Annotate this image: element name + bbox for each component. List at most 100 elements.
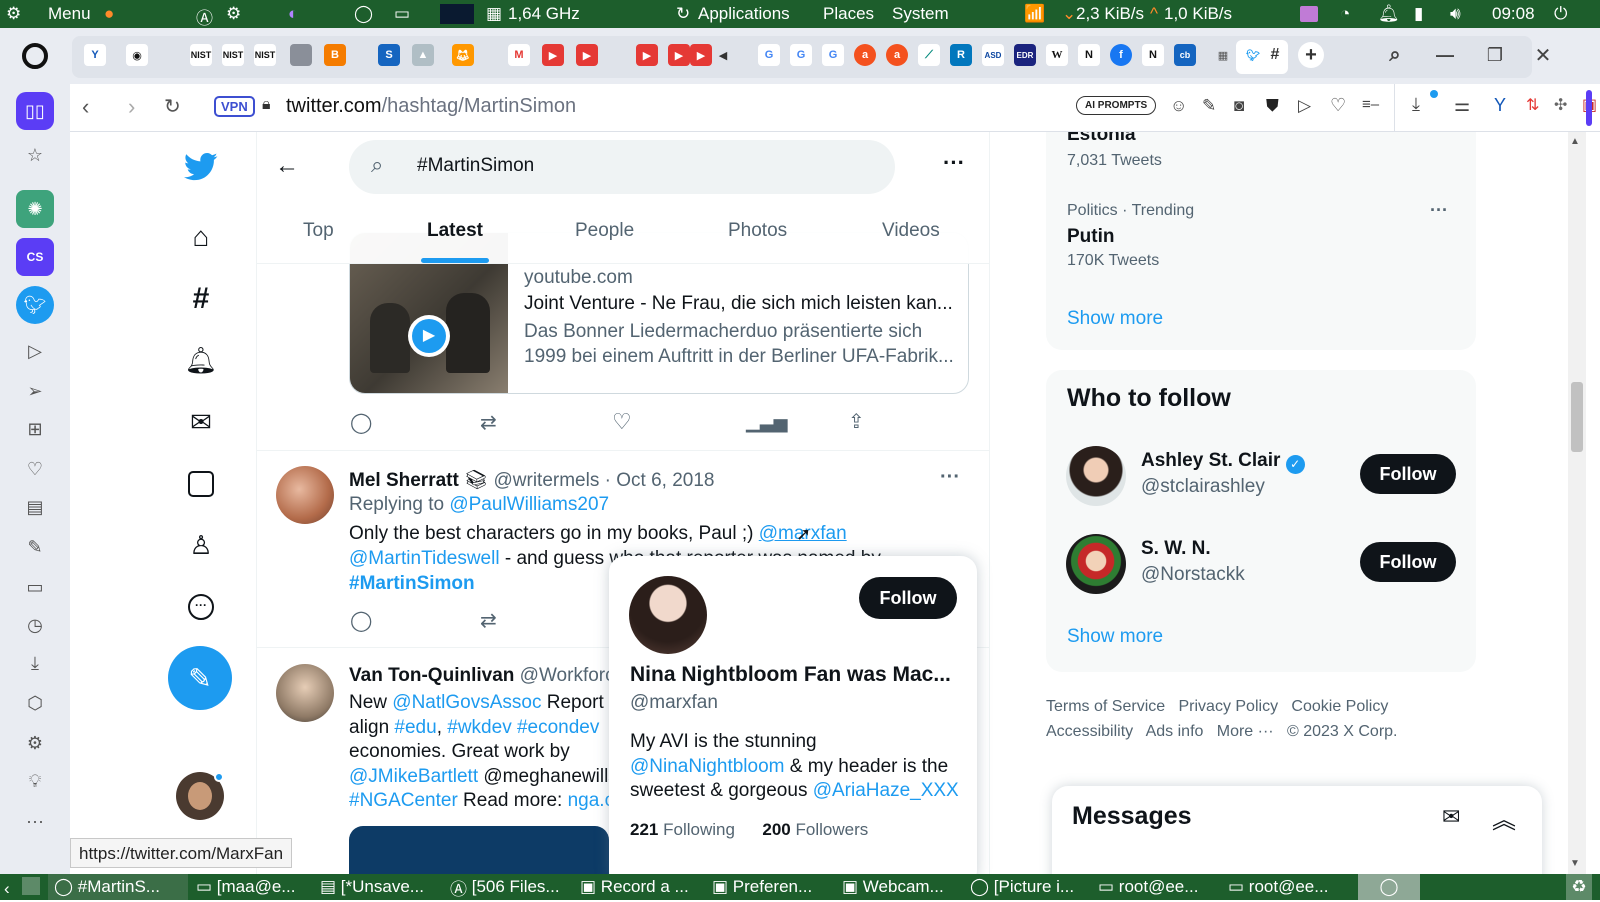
tweet-author-name[interactable]: Mel Sherratt <box>349 470 459 491</box>
audio-app-icon[interactable] <box>1300 6 1318 22</box>
downloads-icon[interactable]: ⤓ <box>22 650 48 676</box>
ai-prompts-button[interactable]: AI PROMPTS <box>1076 96 1157 115</box>
tab-ask-icon[interactable]: a <box>854 44 876 66</box>
following-count[interactable]: 221 <box>630 820 658 839</box>
tab-nist-icon[interactable]: NIST <box>222 44 244 66</box>
taskbar-window[interactable]: ▣ Record a ... <box>580 874 689 900</box>
hover-follow-button[interactable]: Follow <box>859 577 957 619</box>
emoji-icon[interactable]: ☺ <box>1170 96 1187 116</box>
tweet-link[interactable]: nga.o <box>568 790 611 811</box>
scroll-up-icon[interactable]: ▲ <box>1570 136 1580 147</box>
footer-cookie[interactable]: Cookie Policy <box>1291 698 1388 715</box>
search-input[interactable]: ⌕ #MartinSimon <box>349 140 895 194</box>
trend-more-icon[interactable]: ··· <box>1430 200 1448 221</box>
more-dots-icon[interactable]: ··· <box>22 808 48 834</box>
tab-google-icon[interactable]: G <box>790 44 812 66</box>
following-label[interactable]: Following <box>663 820 735 839</box>
sidebar-toggle[interactable] <box>1586 90 1592 126</box>
tab-asd-icon[interactable]: ASD <box>982 44 1004 66</box>
taskbar-window[interactable]: ▭ root@ee... <box>1228 874 1328 900</box>
settings-gears-icon[interactable]: ⚙ <box>226 4 241 24</box>
compose-tweet-button[interactable]: ✎ <box>168 646 232 710</box>
trend-name[interactable]: Putin <box>1067 226 1115 248</box>
close-window-icon[interactable]: ✕ <box>1532 44 1554 67</box>
player-icon[interactable]: ▷ <box>22 338 48 364</box>
tab-leaf-icon[interactable]: ⟋ <box>918 44 940 66</box>
history-clock-icon[interactable]: ◷ <box>22 612 48 638</box>
taskbar-window-small[interactable]: ◯ <box>1358 874 1420 900</box>
mention-martintideswell[interactable]: @MartinTideswell <box>349 548 500 569</box>
tweet-date[interactable]: · Oct 6, 2018 <box>605 470 715 491</box>
reply-icon[interactable]: ◯ <box>350 608 372 633</box>
hashtag-ngacenter[interactable]: #NGACenter <box>349 790 458 811</box>
volume-icon[interactable]: 🔊︎ <box>1450 4 1461 24</box>
workspaces-icon[interactable]: ▯▯ <box>16 92 54 130</box>
tweet-avatar[interactable] <box>276 664 334 722</box>
tips-bulb-icon[interactable]: 💡︎ <box>22 768 48 794</box>
taskbar-window[interactable]: ▭ root@ee... <box>1098 874 1198 900</box>
footer-accessibility[interactable]: Accessibility <box>1046 723 1133 740</box>
news-icon[interactable]: ▤ <box>22 494 48 520</box>
cs-app-icon[interactable]: CS <box>16 238 54 276</box>
firefox-icon[interactable]: ● <box>104 4 114 24</box>
url-field[interactable]: twitter.com/hashtag/MartinSimon <box>286 95 576 118</box>
pinboard-icon[interactable]: ✎ <box>22 534 48 560</box>
trends-show-more[interactable]: Show more <box>1067 308 1163 330</box>
taskbar-window[interactable]: ▤ [*Unsave... <box>320 874 424 900</box>
hover-card-handle[interactable]: @marxfan <box>630 692 718 714</box>
tab-audio-icon[interactable]: ◀ <box>712 44 734 66</box>
tab-r-icon[interactable]: R <box>950 44 972 66</box>
apps-grid-icon[interactable]: ⊞ <box>22 416 48 442</box>
mention-jmikebartlett[interactable]: @JMikeBartlett <box>349 766 478 787</box>
system-menu[interactable]: System <box>892 4 949 24</box>
footer-ads[interactable]: Ads info <box>1146 723 1204 740</box>
hashtag-econdev[interactable]: #econdev <box>517 717 599 738</box>
tab-facebook-icon[interactable]: f <box>1110 44 1132 66</box>
twitter-blue-icon[interactable] <box>184 467 218 501</box>
messages-drawer[interactable]: Messages ✉ ︽ <box>1052 786 1542 874</box>
twitter-logo-icon[interactable] <box>184 150 218 184</box>
twitter-sidebar-icon[interactable]: 🐦︎ <box>16 286 54 324</box>
hashtag-edu[interactable]: #edu <box>394 717 436 738</box>
taskbar-prev-icon[interactable]: ‹ <box>4 876 10 902</box>
tab-google-icon[interactable]: G <box>758 44 780 66</box>
tab-top[interactable]: Top <box>303 220 334 242</box>
tab-twitter-icon[interactable]: 🐦︎ <box>1242 44 1264 66</box>
tab-latest[interactable]: Latest <box>427 220 483 242</box>
tab-youtube-icon[interactable]: ▶ <box>576 44 598 66</box>
messages-title[interactable]: Messages <box>1072 802 1192 831</box>
tab-google-icon[interactable]: G <box>822 44 844 66</box>
tab-s-icon[interactable]: S <box>378 44 400 66</box>
suggested-user-handle[interactable]: @stclairashley <box>1141 476 1265 498</box>
suggested-user-avatar[interactable] <box>1066 446 1126 506</box>
show-desktop-icon[interactable] <box>22 877 40 895</box>
tab-document-icon[interactable] <box>290 44 312 66</box>
taskbar-window[interactable]: ▭ [maa@e... <box>196 874 295 900</box>
opera-logo-icon[interactable] <box>22 43 48 69</box>
app-circle-icon[interactable]: ◐ <box>288 4 298 24</box>
tab-people[interactable]: People <box>575 220 634 242</box>
tweet-avatar[interactable] <box>276 466 334 524</box>
tab-cb-icon[interactable]: cb <box>1174 44 1196 66</box>
3d-cube-icon[interactable]: ⬡ <box>22 690 48 716</box>
footer-privacy[interactable]: Privacy Policy <box>1178 698 1278 715</box>
suggested-user-name[interactable]: S. W. N. <box>1141 538 1211 560</box>
search-more-icon[interactable]: ··· <box>943 150 965 176</box>
reply-icon[interactable]: ◯ <box>350 410 372 435</box>
tab-nb-icon[interactable]: N <box>1142 44 1164 66</box>
taskbar-window-active[interactable]: ◯ #MartinS... <box>48 874 188 900</box>
new-message-icon[interactable]: ✉ <box>1442 804 1460 830</box>
menu-icon[interactable]: ⚙ <box>6 4 21 24</box>
reply-to-link[interactable]: @PaulWilliams207 <box>449 494 609 515</box>
footer-terms[interactable]: Terms of Service <box>1046 698 1165 715</box>
opera-panel-icon[interactable]: ◯ <box>354 4 373 24</box>
tab-grid-icon[interactable]: ▦ <box>1212 44 1234 66</box>
camera-icon[interactable]: ◙ <box>1234 96 1244 116</box>
panel-app-icon[interactable]: Ⓐ <box>196 4 213 29</box>
wifi-icon[interactable]: ◔ <box>1340 4 1350 24</box>
tab-nist-icon[interactable]: NIST <box>254 44 276 66</box>
settings-gear-icon[interactable]: ⚙ <box>22 730 48 756</box>
ext-vivaldi-icon[interactable]: Y <box>1494 95 1506 116</box>
like-icon[interactable]: ♡ <box>612 409 632 435</box>
who-to-follow-show-more[interactable]: Show more <box>1067 626 1163 648</box>
